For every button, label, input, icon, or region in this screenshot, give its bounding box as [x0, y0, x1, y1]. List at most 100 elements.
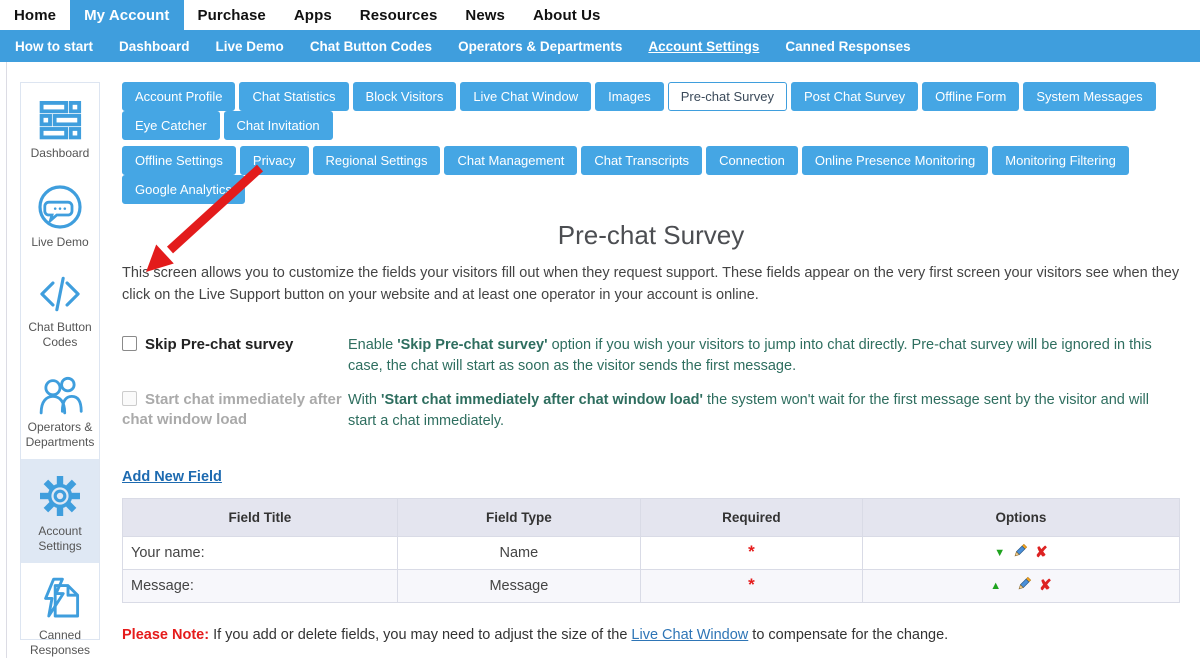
move-up-icon[interactable]: ▲: [990, 580, 1001, 592]
tab-offline-settings[interactable]: Offline Settings: [122, 146, 236, 175]
nav-resources[interactable]: Resources: [346, 0, 452, 30]
options-cell: ▲ ✘: [862, 569, 1179, 602]
subnav-live-demo[interactable]: Live Demo: [203, 30, 297, 62]
subnav-dashboard[interactable]: Dashboard: [106, 30, 203, 62]
skip-prechat-description: Enable 'Skip Pre-chat survey' option if …: [348, 335, 1180, 377]
settings-tabs-row-1: Account Profile Chat Statistics Block Vi…: [122, 82, 1180, 140]
tab-system-messages[interactable]: System Messages: [1023, 82, 1155, 111]
start-chat-description: With 'Start chat immediately after chat …: [348, 390, 1180, 432]
please-note: Please Note: If you add or delete fields…: [122, 627, 1180, 643]
tab-block-visitors[interactable]: Block Visitors: [353, 82, 457, 111]
canned-responses-icon: [36, 576, 84, 624]
survey-options: Skip Pre-chat survey Enable 'Skip Pre-ch…: [122, 335, 1180, 432]
app-window: Home My Account Purchase Apps Resources …: [0, 0, 1200, 658]
col-field-title: Field Title: [123, 498, 398, 536]
field-type-cell: Name: [397, 536, 640, 569]
col-field-type: Field Type: [397, 498, 640, 536]
move-down-icon[interactable]: ▼: [994, 547, 1005, 559]
table-row: Your name: Name * ▼ ✘: [123, 536, 1180, 569]
subnav-operators-departments[interactable]: Operators & Departments: [445, 30, 635, 62]
sidebar-item-dashboard[interactable]: Dashboard: [21, 83, 99, 170]
gear-icon: [36, 472, 84, 520]
note-label: Please Note:: [122, 627, 209, 643]
intro-text: This screen allows you to customize the …: [122, 263, 1180, 307]
subnav-label: Operators & Departments: [458, 39, 622, 54]
required-asterisk: *: [748, 575, 755, 594]
tab-online-presence-monitoring[interactable]: Online Presence Monitoring: [802, 146, 988, 175]
nav-my-account[interactable]: My Account: [70, 0, 183, 30]
note-text: If you add or delete fields, you may nee…: [209, 627, 631, 643]
operators-icon: [36, 372, 84, 416]
desc-bold: 'Start chat immediately after chat windo…: [381, 392, 703, 408]
content-area: Dashboard Live Demo Cha: [0, 62, 1200, 658]
subnav-label: Chat Button Codes: [310, 39, 432, 54]
live-demo-icon: [36, 183, 84, 231]
tab-regional-settings[interactable]: Regional Settings: [313, 146, 441, 175]
tab-chat-management[interactable]: Chat Management: [444, 146, 577, 175]
start-chat-checkbox-disabled: [122, 391, 137, 406]
edit-icon[interactable]: [1012, 543, 1028, 563]
tab-monitoring-filtering[interactable]: Monitoring Filtering: [992, 146, 1129, 175]
sidebar-item-account-settings[interactable]: Account Settings: [21, 459, 99, 563]
sidebar-item-canned-responses[interactable]: Canned Responses: [21, 563, 99, 658]
live-chat-window-link[interactable]: Live Chat Window: [631, 627, 748, 643]
tab-privacy[interactable]: Privacy: [240, 146, 309, 175]
tab-live-chat-window[interactable]: Live Chat Window: [460, 82, 591, 111]
tab-chat-invitation[interactable]: Chat Invitation: [224, 111, 333, 140]
subnav-label: Live Demo: [216, 39, 284, 54]
required-cell: *: [640, 536, 862, 569]
sidebar-item-operators-departments[interactable]: Operators & Departments: [21, 359, 99, 459]
tab-eye-catcher[interactable]: Eye Catcher: [122, 111, 220, 140]
tab-account-profile[interactable]: Account Profile: [122, 82, 235, 111]
subnav-account-settings[interactable]: Account Settings: [635, 30, 772, 62]
tab-post-chat-survey[interactable]: Post Chat Survey: [791, 82, 918, 111]
option-row-start-chat-immediately: Start chat immediately after chat window…: [122, 390, 1180, 432]
page-title: Pre-chat Survey: [122, 220, 1180, 251]
nav-about-us[interactable]: About Us: [519, 0, 614, 30]
field-type-cell: Message: [397, 569, 640, 602]
sidebar: Dashboard Live Demo Cha: [20, 82, 100, 640]
delete-icon[interactable]: ✘: [1035, 545, 1048, 560]
delete-icon[interactable]: ✘: [1039, 578, 1052, 593]
subnav-how-to-start[interactable]: How to start: [2, 30, 106, 62]
left-edge-divider: [6, 62, 7, 658]
skip-prechat-checkbox[interactable]: [122, 336, 137, 351]
sidebar-item-label: Canned Responses: [24, 628, 96, 658]
required-asterisk: *: [748, 542, 755, 561]
tab-chat-transcripts[interactable]: Chat Transcripts: [581, 146, 702, 175]
required-cell: *: [640, 569, 862, 602]
skip-prechat-label: Skip Pre-chat survey: [145, 336, 293, 353]
start-chat-label: Start chat immediately after chat window…: [122, 391, 342, 428]
field-title-cell: Your name:: [123, 536, 398, 569]
skip-prechat-option: Skip Pre-chat survey: [122, 335, 348, 355]
tab-chat-statistics[interactable]: Chat Statistics: [239, 82, 348, 111]
note-text: to compensate for the change.: [748, 627, 948, 643]
tab-google-analytics[interactable]: Google Analytics: [122, 175, 245, 204]
col-options: Options: [862, 498, 1179, 536]
settings-tabs-row-2: Offline Settings Privacy Regional Settin…: [122, 146, 1180, 204]
field-title-cell: Message:: [123, 569, 398, 602]
nav-home[interactable]: Home: [0, 0, 70, 30]
top-nav: Home My Account Purchase Apps Resources …: [0, 0, 1200, 30]
nav-purchase[interactable]: Purchase: [184, 0, 280, 30]
add-new-field-link[interactable]: Add New Field: [122, 469, 222, 485]
col-required: Required: [640, 498, 862, 536]
tab-offline-form[interactable]: Offline Form: [922, 82, 1019, 111]
tab-connection[interactable]: Connection: [706, 146, 798, 175]
sidebar-item-label: Live Demo: [24, 235, 96, 250]
code-icon: [36, 272, 84, 316]
sidebar-item-chat-button-codes[interactable]: Chat Button Codes: [21, 259, 99, 359]
dashboard-icon: [37, 96, 83, 142]
account-sub-nav: How to start Dashboard Live Demo Chat Bu…: [0, 30, 1200, 62]
subnav-label: Canned Responses: [785, 39, 910, 54]
nav-news[interactable]: News: [451, 0, 519, 30]
subnav-label: Account Settings: [648, 39, 759, 54]
edit-icon[interactable]: [1016, 576, 1032, 596]
subnav-label: Dashboard: [119, 39, 190, 54]
sidebar-item-live-demo[interactable]: Live Demo: [21, 170, 99, 259]
subnav-canned-responses[interactable]: Canned Responses: [772, 30, 923, 62]
subnav-chat-button-codes[interactable]: Chat Button Codes: [297, 30, 445, 62]
nav-apps[interactable]: Apps: [280, 0, 346, 30]
tab-images[interactable]: Images: [595, 82, 664, 111]
tab-pre-chat-survey[interactable]: Pre-chat Survey: [668, 82, 787, 111]
